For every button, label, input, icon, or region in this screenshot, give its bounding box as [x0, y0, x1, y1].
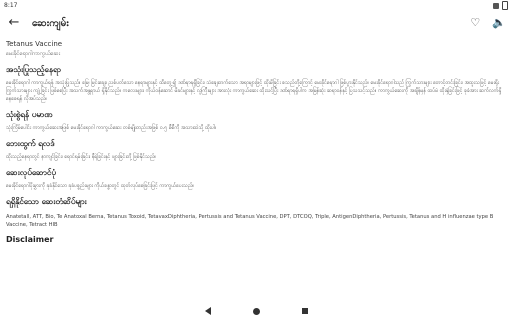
drug-subtitle: မေးခိုင်ရောဂါကာကွယ်ဆေး [6, 51, 61, 57]
nav-recents-icon[interactable] [301, 308, 308, 314]
section-body-side-effects: ထိုးသည့်နေရာတွင် နာကျင်ခြင်း၊ ရောင်ရမ်းခ… [6, 154, 157, 160]
status-icons [493, 1, 508, 10]
favorite-heart-icon[interactable]: ♡ [470, 15, 480, 31]
section-body-usage: မေးခိုင်ရောဂါ ကာကွယ်ရန် အသုံးပြုသည်။ မြေ… [6, 80, 502, 102]
section-heading-mechanism: ဆေးလုပ်ဆောင်ပုံ [6, 168, 56, 177]
status-time: 8:17 [4, 2, 18, 9]
action-icons: ♡ 🔈 [470, 15, 506, 31]
section-body-dosage: သုံးကြိမ်ပေါင်း ကာကွယ်ဆေးအဖြစ် မေးခိုင်ရ… [6, 125, 217, 131]
english-title: Tetanus Vaccine [6, 40, 63, 48]
wifi-icon [493, 2, 499, 9]
section-heading-brands: ရရှိနိုင်သော ဆေးတံဆိပ်များ [6, 197, 87, 206]
volume-speaker-icon[interactable]: 🔈 [492, 15, 506, 31]
section-heading-disclaimer: Disclaimer [6, 235, 54, 245]
drug-detail-content: Tetanus Vaccine မေးခိုင်ရောဂါကာကွယ်ဆေး အ… [6, 38, 506, 300]
section-body-mechanism: မေးခိုင်ရောဂါပိုးမွှားကို ခုခံနိုင်သော ခ… [6, 183, 195, 189]
nav-home-icon[interactable] [252, 307, 260, 315]
section-heading-dosage: သုံးစွဲရန် ပမာဏ [6, 110, 53, 119]
section-body-brands: Anatetall, ATT, Bio, Te Anatoxal Berna, … [6, 214, 494, 229]
app-bar: ← ဆေးကျမ်း ♡ 🔈 [0, 12, 512, 34]
page-title: ဆေးကျမ်း [32, 18, 69, 29]
status-bar: 8:17 [0, 0, 512, 12]
system-nav-bar [0, 302, 512, 320]
back-arrow-icon[interactable]: ← [6, 15, 22, 31]
nav-back-icon[interactable] [204, 307, 211, 315]
battery-icon [502, 1, 508, 10]
section-heading-usage: အသုံးပြုသည့်နေရာ [6, 65, 61, 74]
section-heading-side-effects: ဘေးထွက် ရလဒ် [6, 139, 55, 148]
